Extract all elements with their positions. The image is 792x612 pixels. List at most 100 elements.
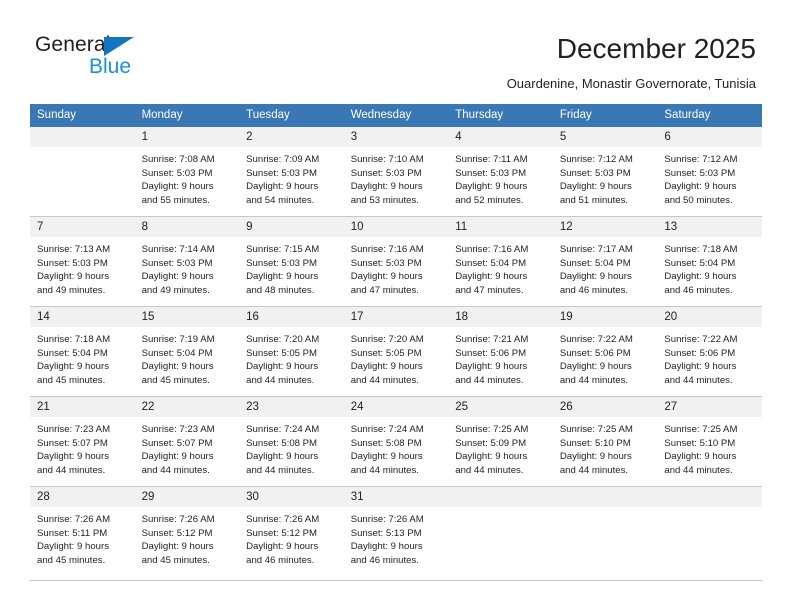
calendar-day-cell[interactable]: 31 Sunrise: 7:26 AM Sunset: 5:13 PM Dayligh… <box>343 486 449 576</box>
calendar-day-cell[interactable]: 11 Sunrise: 7:16 AM Sunset: 5:04 PM Dayligh… <box>448 216 553 307</box>
day-sun-info: Sunrise: 7:23 AM Sunset: 5:07 PM Daylight:… <box>135 417 240 477</box>
day-sun-info: Sunrise: 7:09 AM Sunset: 5:03 PM Daylight:… <box>239 147 344 207</box>
sunrise-time: Sunrise: 7:13 AM <box>37 244 111 255</box>
day-sun-info: Sunrise: 7:19 AM Sunset: 5:04 PM Daylight:… <box>135 327 240 387</box>
daylight-duration-line1: Daylight: 9 hours <box>559 361 632 373</box>
calendar-day-cell[interactable]: 28 Sunrise: 7:26 AM Sunset: 5:11 PM Dayligh… <box>30 486 135 576</box>
calendar-day-cell[interactable]: 26 Sunrise: 7:25 AM Sunset: 5:10 PM Dayligh… <box>552 396 658 487</box>
calendar-day-cell[interactable]: 16 Sunrise: 7:20 AM Sunset: 5:05 PM Dayligh… <box>239 306 344 397</box>
sunset-time: Sunset: 5:04 PM <box>141 347 213 359</box>
daylight-duration-line2: and 44 minutes. <box>246 464 315 476</box>
weekday-header-monday: Monday <box>134 104 240 127</box>
calendar-day-cell[interactable]: 5 Sunrise: 7:12 AM Sunset: 5:03 PM Daylight… <box>552 127 658 217</box>
calendar-day-cell[interactable]: 12 Sunrise: 7:17 AM Sunset: 5:04 PM Dayligh… <box>552 216 658 307</box>
calendar-day-cell[interactable]: 20 Sunrise: 7:22 AM Sunset: 5:06 PM Dayligh… <box>657 306 762 397</box>
sunset-time: Sunset: 5:04 PM <box>455 257 527 269</box>
day-sun-info: Sunrise: 7:20 AM Sunset: 5:05 PM Daylight:… <box>239 327 344 387</box>
sunrise-time: Sunrise: 7:22 AM <box>664 334 738 345</box>
sunrise-time: Sunrise: 7:16 AM <box>350 244 424 255</box>
day-sun-info: Sunrise: 7:16 AM Sunset: 5:03 PM Daylight:… <box>344 237 449 297</box>
daylight-duration-line1: Daylight: 9 hours <box>141 271 214 283</box>
calendar-day-cell[interactable]: 14 Sunrise: 7:18 AM Sunset: 5:04 PM Dayligh… <box>30 306 135 397</box>
calendar-day-cell[interactable]: 4 Sunrise: 7:11 AM Sunset: 5:03 PM Daylight… <box>448 127 553 217</box>
calendar-day-cell[interactable]: 30 Sunrise: 7:26 AM Sunset: 5:12 PM Dayligh… <box>239 486 344 576</box>
sunrise-time: Sunrise: 7:17 AM <box>559 244 633 255</box>
sunset-time: Sunset: 5:03 PM <box>664 167 736 179</box>
calendar-week-row: 21 Sunrise: 7:23 AM Sunset: 5:07 PM Dayligh… <box>30 396 762 487</box>
daylight-duration-line1: Daylight: 9 hours <box>350 451 423 463</box>
calendar-day-cell[interactable]: 6 Sunrise: 7:12 AM Sunset: 5:03 PM Daylight… <box>657 127 762 217</box>
daylight-duration-line2: and 46 minutes. <box>559 284 629 296</box>
sunrise-time: Sunrise: 7:20 AM <box>350 334 424 345</box>
sunrise-time: Sunrise: 7:22 AM <box>559 334 633 345</box>
sunrise-time: Sunrise: 7:24 AM <box>246 424 320 435</box>
logo-text-general: General <box>35 33 111 56</box>
day-number: 2 <box>239 127 344 147</box>
sunset-time: Sunset: 5:08 PM <box>350 437 422 449</box>
calendar-day-cell[interactable]: 17 Sunrise: 7:20 AM Sunset: 5:05 PM Dayligh… <box>343 306 449 397</box>
day-number: 24 <box>343 397 449 417</box>
sunset-time: Sunset: 5:05 PM <box>350 347 422 359</box>
day-number: 30 <box>239 487 344 507</box>
weekday-header-tuesday: Tuesday <box>239 104 344 127</box>
day-number: 20 <box>657 307 762 327</box>
day-number: 17 <box>343 307 449 327</box>
calendar-day-cell[interactable]: 27 Sunrise: 7:25 AM Sunset: 5:10 PM Dayligh… <box>657 396 762 487</box>
calendar-day-cell-empty <box>552 486 658 576</box>
daylight-duration-line1: Daylight: 9 hours <box>559 271 632 283</box>
sunset-time: Sunset: 5:10 PM <box>664 437 736 449</box>
day-number: 27 <box>657 397 762 417</box>
day-number: 31 <box>343 487 449 507</box>
calendar-day-cell[interactable]: 23 Sunrise: 7:24 AM Sunset: 5:08 PM Dayligh… <box>239 396 344 487</box>
calendar-day-cell[interactable]: 9 Sunrise: 7:15 AM Sunset: 5:03 PM Daylight… <box>239 216 344 307</box>
day-sun-info: Sunrise: 7:10 AM Sunset: 5:03 PM Daylight:… <box>344 147 449 207</box>
day-number: 28 <box>30 487 135 507</box>
day-sun-info: Sunrise: 7:25 AM Sunset: 5:10 PM Daylight:… <box>657 417 762 477</box>
sunrise-time: Sunrise: 7:09 AM <box>246 154 320 165</box>
day-sun-info: Sunrise: 7:25 AM Sunset: 5:10 PM Daylight:… <box>553 417 658 477</box>
calendar-day-cell[interactable]: 13 Sunrise: 7:18 AM Sunset: 5:04 PM Dayligh… <box>657 216 762 307</box>
sunrise-time: Sunrise: 7:10 AM <box>350 154 424 165</box>
day-sun-info: Sunrise: 7:24 AM Sunset: 5:08 PM Daylight:… <box>239 417 344 477</box>
calendar-day-cell[interactable]: 10 Sunrise: 7:16 AM Sunset: 5:03 PM Dayligh… <box>343 216 449 307</box>
calendar-day-cell[interactable]: 7 Sunrise: 7:13 AM Sunset: 5:03 PM Daylight… <box>30 216 135 307</box>
logo-triangle-icon <box>104 37 134 56</box>
day-number: 10 <box>343 217 449 237</box>
calendar-day-cell[interactable]: 19 Sunrise: 7:22 AM Sunset: 5:06 PM Dayligh… <box>552 306 658 397</box>
calendar-day-cell[interactable]: 1 Sunrise: 7:08 AM Sunset: 5:03 PM Daylight… <box>134 127 240 217</box>
daylight-duration-line2: and 45 minutes. <box>37 374 106 386</box>
daylight-duration-line1: Daylight: 9 hours <box>455 271 528 283</box>
daylight-duration-line1: Daylight: 9 hours <box>141 451 214 463</box>
calendar-day-cell[interactable]: 8 Sunrise: 7:14 AM Sunset: 5:03 PM Daylight… <box>134 216 240 307</box>
sunrise-time: Sunrise: 7:18 AM <box>37 334 111 345</box>
day-sun-info: Sunrise: 7:23 AM Sunset: 5:07 PM Daylight:… <box>30 417 135 477</box>
sunset-time: Sunset: 5:07 PM <box>141 437 213 449</box>
daylight-duration-line1: Daylight: 9 hours <box>37 361 109 373</box>
calendar-day-cell[interactable]: 15 Sunrise: 7:19 AM Sunset: 5:04 PM Dayligh… <box>134 306 240 397</box>
day-sun-info: Sunrise: 7:21 AM Sunset: 5:06 PM Daylight:… <box>448 327 553 387</box>
calendar-day-cell[interactable]: 2 Sunrise: 7:09 AM Sunset: 5:03 PM Daylight… <box>239 127 344 217</box>
day-number: 12 <box>552 217 658 237</box>
daylight-duration-line1: Daylight: 9 hours <box>559 181 632 193</box>
calendar-bottom-divider <box>30 580 762 581</box>
day-number: 13 <box>657 217 762 237</box>
calendar-day-cell[interactable]: 29 Sunrise: 7:26 AM Sunset: 5:12 PM Dayligh… <box>134 486 240 576</box>
day-sun-info: Sunrise: 7:12 AM Sunset: 5:03 PM Daylight:… <box>657 147 762 207</box>
daylight-duration-line2: and 45 minutes. <box>37 554 106 566</box>
calendar-day-cell[interactable]: 24 Sunrise: 7:24 AM Sunset: 5:08 PM Dayligh… <box>343 396 449 487</box>
daylight-duration-line2: and 47 minutes. <box>455 284 524 296</box>
day-sun-info: Sunrise: 7:26 AM Sunset: 5:12 PM Daylight:… <box>135 507 240 567</box>
calendar-day-cell[interactable]: 18 Sunrise: 7:21 AM Sunset: 5:06 PM Dayligh… <box>448 306 553 397</box>
calendar-week-row: 1 Sunrise: 7:08 AM Sunset: 5:03 PM Daylight… <box>30 127 762 217</box>
daylight-duration-line1: Daylight: 9 hours <box>664 271 737 283</box>
daylight-duration-line2: and 49 minutes. <box>37 284 106 296</box>
calendar-day-cell[interactable]: 3 Sunrise: 7:10 AM Sunset: 5:03 PM Daylight… <box>343 127 449 217</box>
sunset-time: Sunset: 5:08 PM <box>246 437 318 449</box>
calendar-page: General Blue December 2025 Ouardenine, M… <box>0 0 792 612</box>
calendar-day-cell[interactable]: 25 Sunrise: 7:25 AM Sunset: 5:09 PM Dayligh… <box>448 396 553 487</box>
calendar-day-cell[interactable]: 21 Sunrise: 7:23 AM Sunset: 5:07 PM Dayligh… <box>30 396 135 487</box>
calendar-day-cell[interactable]: 22 Sunrise: 7:23 AM Sunset: 5:07 PM Dayligh… <box>134 396 240 487</box>
daylight-duration-line1: Daylight: 9 hours <box>37 541 109 553</box>
day-number: 5 <box>552 127 658 147</box>
sunrise-time: Sunrise: 7:23 AM <box>141 424 215 435</box>
